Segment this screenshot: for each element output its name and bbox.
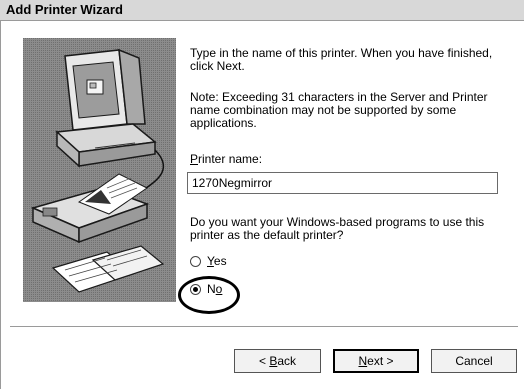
printer-name-label-rest: rinter name: bbox=[198, 152, 263, 166]
default-printer-question: Do you want your Windows-based programs … bbox=[190, 215, 485, 242]
back-button-pre: < bbox=[258, 354, 270, 368]
button-divider bbox=[10, 326, 518, 328]
next-button[interactable]: Next > bbox=[333, 349, 419, 373]
next-button-mnemonic: N bbox=[358, 354, 368, 368]
printer-illustration bbox=[23, 38, 176, 302]
cancel-button[interactable]: Cancel bbox=[431, 349, 517, 373]
window-title: Add Printer Wizard bbox=[6, 2, 123, 17]
radio-yes-post: es bbox=[213, 254, 227, 268]
highlight-circle bbox=[178, 276, 240, 314]
radio-yes-button[interactable] bbox=[190, 256, 201, 267]
printer-illustration-svg bbox=[23, 38, 176, 302]
next-button-post: ext > bbox=[367, 354, 394, 368]
radio-yes-label: Yes bbox=[207, 255, 227, 268]
window-left-edge bbox=[0, 20, 1, 389]
back-button-post: ack bbox=[277, 354, 297, 368]
back-button[interactable]: < Back bbox=[234, 349, 321, 373]
instruction-text: Type in the name of this printer. When y… bbox=[190, 46, 493, 73]
printer-name-input[interactable] bbox=[187, 172, 498, 194]
note-text: Note: Exceeding 31 characters in the Ser… bbox=[190, 90, 488, 130]
title-bar: Add Printer Wizard bbox=[0, 0, 524, 21]
printer-name-label: Printer name: bbox=[190, 153, 262, 166]
radio-yes-mnemonic: Y bbox=[207, 254, 214, 268]
monitor-icon bbox=[64, 48, 146, 131]
printer-name-mnemonic: P bbox=[190, 152, 199, 166]
